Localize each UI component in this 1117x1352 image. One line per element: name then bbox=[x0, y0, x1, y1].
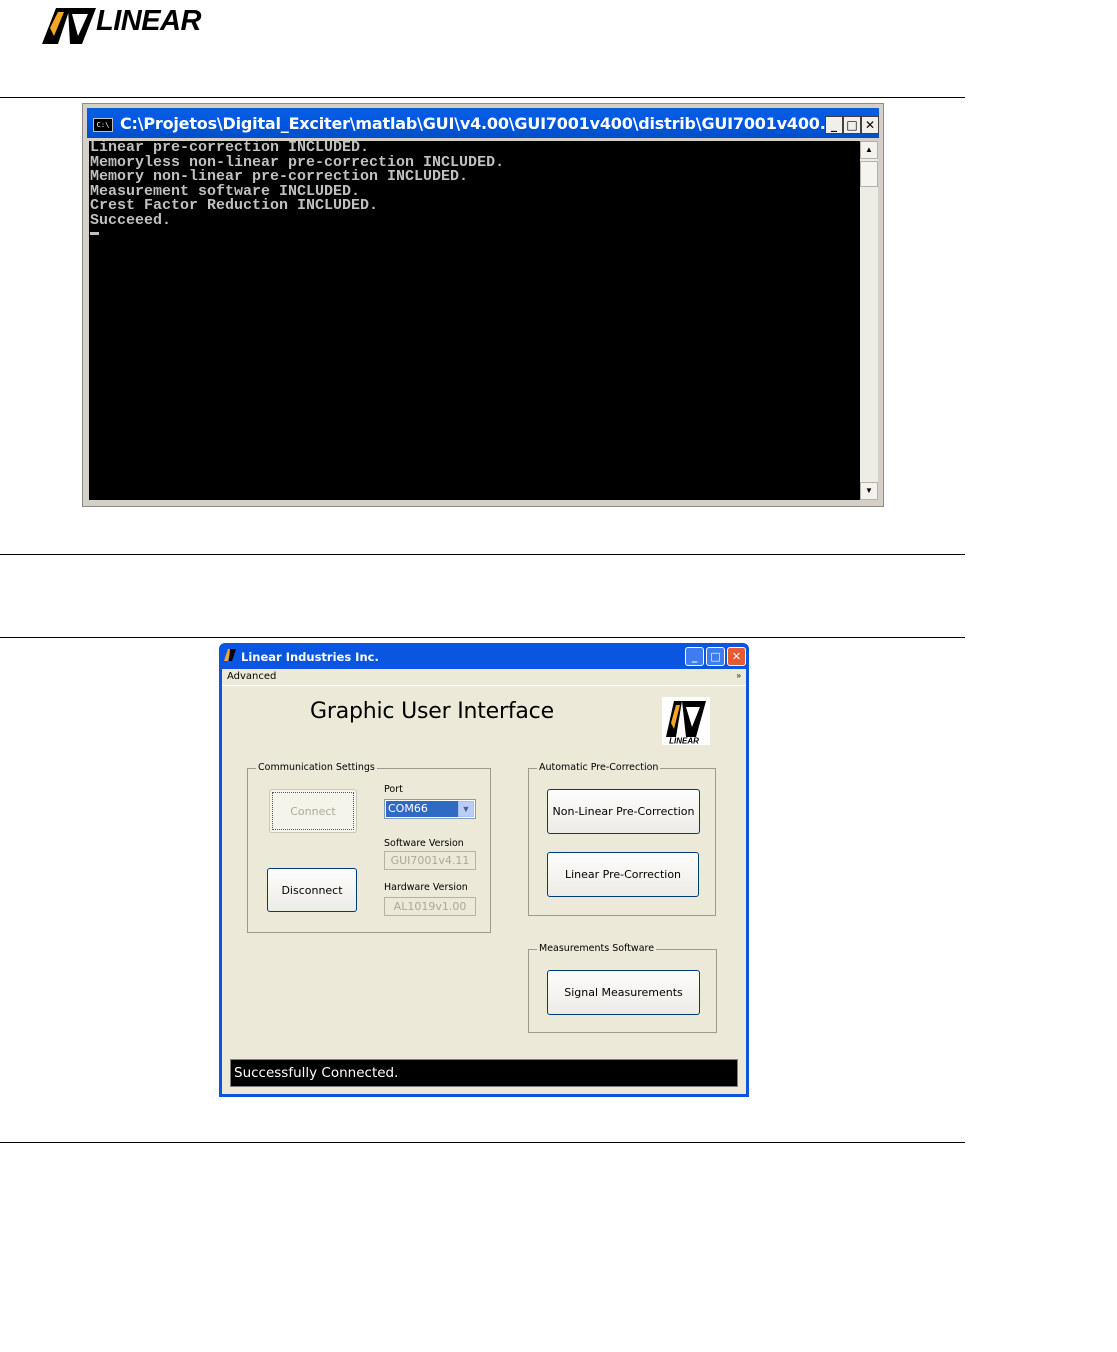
software-version-label: Software Version bbox=[384, 838, 464, 849]
close-icon[interactable]: ✕ bbox=[727, 647, 746, 666]
port-label: Port bbox=[384, 784, 403, 795]
menu-advanced[interactable]: Advanced bbox=[227, 671, 276, 682]
scroll-up-icon[interactable]: ▲ bbox=[860, 141, 878, 159]
gui-window-title: Linear Industries Inc. bbox=[241, 650, 379, 664]
minimize-icon[interactable]: _ bbox=[825, 116, 843, 134]
status-text: Successfully Connected. bbox=[234, 1065, 399, 1081]
gui-client-area: Advanced » Graphic User Interface LINEAR… bbox=[222, 669, 746, 1094]
minimize-icon[interactable]: _ bbox=[685, 647, 704, 666]
console-window: C:\ C:\Projetos\Digital_Exciter\matlab\G… bbox=[82, 103, 884, 507]
gui-window: Linear Industries Inc. _ □ ✕ Advanced » … bbox=[219, 643, 749, 1097]
console-cursor bbox=[90, 232, 99, 235]
scroll-down-icon[interactable]: ▼ bbox=[860, 482, 878, 500]
divider bbox=[0, 97, 965, 98]
status-bar: Successfully Connected. bbox=[230, 1059, 738, 1087]
hardware-version-field: AL1019v1.00 bbox=[384, 897, 476, 916]
console-scrollbar[interactable]: ▲ ▼ bbox=[860, 141, 878, 500]
focus-outline bbox=[272, 792, 354, 830]
close-icon[interactable]: ✕ bbox=[861, 116, 879, 134]
logo-wordmark: LINEAR bbox=[96, 5, 201, 37]
disconnect-button[interactable]: Disconnect bbox=[267, 868, 357, 912]
menu-overflow-icon[interactable]: » bbox=[737, 671, 741, 680]
maximize-icon[interactable]: □ bbox=[706, 647, 725, 666]
console-line: Crest Factor Reduction INCLUDED. bbox=[90, 197, 379, 214]
group-label: Automatic Pre-Correction bbox=[537, 762, 661, 773]
nonlinear-precorrection-button[interactable]: Non-Linear Pre-Correction bbox=[547, 789, 700, 834]
disconnect-label: Disconnect bbox=[281, 883, 343, 897]
signal-label: Signal Measurements bbox=[564, 986, 683, 999]
linear-logo-icon: LINEAR bbox=[662, 697, 710, 745]
hardware-version-label: Hardware Version bbox=[384, 882, 468, 893]
app-logo-icon bbox=[223, 648, 237, 662]
logo-wordmark: LINEAR bbox=[669, 737, 699, 746]
scroll-thumb[interactable] bbox=[860, 161, 878, 187]
port-select[interactable]: COM66 ▼ bbox=[384, 799, 476, 819]
console-window-title: C:\Projetos\Digital_Exciter\matlab\GUI\v… bbox=[120, 114, 857, 133]
linear-precorrection-button[interactable]: Linear Pre-Correction bbox=[547, 852, 699, 897]
group-label: Communication Settings bbox=[256, 762, 377, 773]
chevron-down-icon[interactable]: ▼ bbox=[458, 801, 474, 817]
connect-button[interactable]: Connect bbox=[269, 789, 357, 833]
signal-measurements-button[interactable]: Signal Measurements bbox=[547, 970, 700, 1015]
console-line: Succeeed. bbox=[90, 211, 172, 229]
maximize-icon[interactable]: □ bbox=[843, 116, 861, 134]
menu-bar: Advanced » bbox=[222, 669, 746, 686]
divider bbox=[0, 637, 965, 638]
software-version-field: GUI7001v4.11 bbox=[384, 851, 476, 870]
divider bbox=[0, 1142, 965, 1143]
group-label: Measurements Software bbox=[537, 943, 657, 954]
divider bbox=[0, 554, 965, 555]
console-app-icon: C:\ bbox=[93, 118, 113, 132]
page-title: Graphic User Interface bbox=[310, 699, 554, 724]
console-output[interactable]: Linear pre-correction INCLUDED. Memoryle… bbox=[89, 141, 860, 500]
linear-label: Linear Pre-Correction bbox=[564, 868, 682, 881]
console-title-bar[interactable]: C:\ C:\Projetos\Digital_Exciter\matlab\G… bbox=[87, 108, 879, 138]
nonlinear-label: Non-Linear Pre-Correction bbox=[552, 805, 695, 818]
port-value: COM66 bbox=[386, 801, 458, 817]
